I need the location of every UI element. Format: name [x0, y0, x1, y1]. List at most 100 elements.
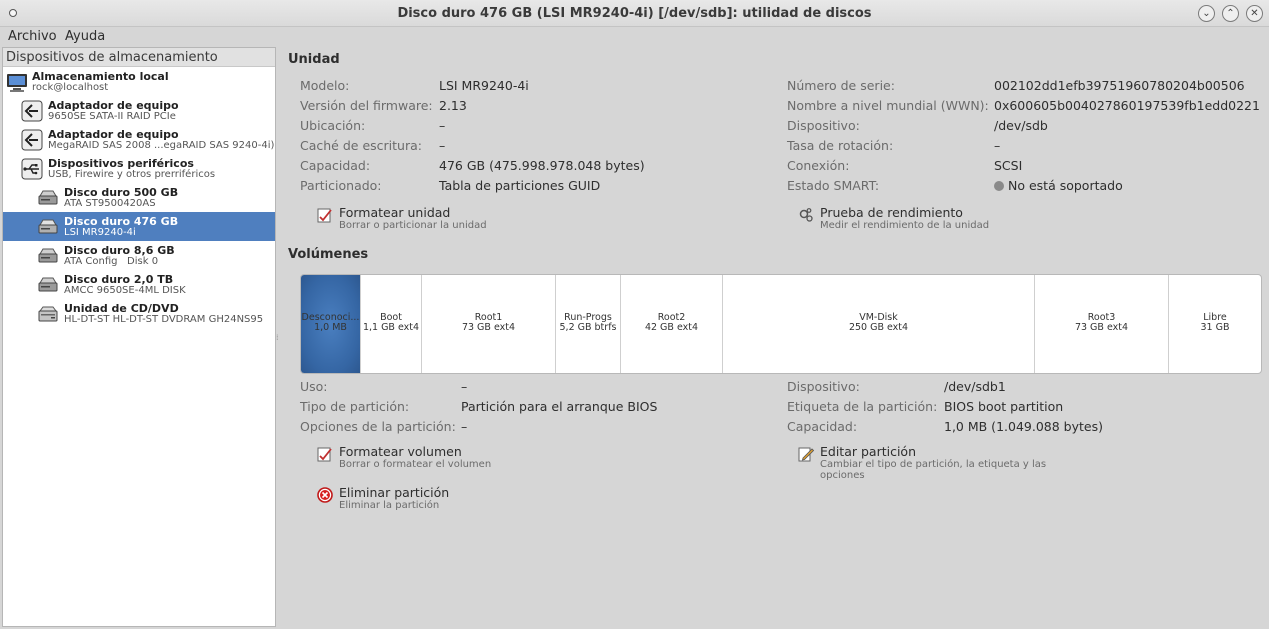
edit-partition-button[interactable]: Editar partición Cambiar el tipo de part…	[798, 444, 1058, 484]
smart-status-dot-icon	[994, 181, 1004, 191]
volume-segment[interactable]: VM-Disk 250 GB ext4	[723, 275, 1035, 373]
tree-item-sublabel: AMCC 9650SE-4ML DISK	[64, 285, 186, 296]
adapter-icon	[21, 100, 43, 122]
value-cache: –	[439, 138, 446, 153]
format-volume-button[interactable]: Formatear volumen Borrar o formatear el …	[317, 444, 517, 472]
format-icon	[317, 446, 333, 462]
tree-item-sublabel: rock@localhost	[32, 82, 109, 93]
delete-partition-desc: Eliminar la partición	[339, 500, 440, 511]
edit-partition-desc-2: opciones	[820, 470, 865, 481]
tree-item-sublabel: 9650SE SATA-II RAID PCIe	[48, 111, 176, 122]
format-drive-button[interactable]: Formatear unidad Borrar o particionar la…	[317, 205, 517, 233]
label-particionado: Particionado:	[300, 178, 382, 193]
volume-segment[interactable]: Root1 73 GB ext4	[422, 275, 556, 373]
label-wwn: Nombre a nivel mundial (WWN):	[787, 98, 989, 113]
tree-item-local-storage[interactable]: Almacenamiento local rock@localhost	[3, 67, 275, 96]
maximize-button[interactable]: ⌃	[1222, 5, 1239, 22]
main-panel: Unidad Modelo: LSI MR9240-4i Versión del…	[278, 47, 1269, 629]
value-tasa-rotacion: –	[994, 138, 1001, 153]
label-ubicacion: Ubicación:	[300, 118, 366, 133]
value-modelo: LSI MR9240-4i	[439, 78, 529, 93]
volume-segment-info: 73 GB ext4	[461, 322, 516, 333]
harddisk-icon	[37, 187, 59, 209]
value-vol-dispositivo: /dev/sdb1	[944, 379, 1006, 394]
format-volume-label: Formatear volumen	[339, 444, 462, 459]
volume-segment[interactable]: Boot 1,1 GB ext4	[361, 275, 422, 373]
edit-partition-label: Editar partición	[820, 444, 917, 459]
volume-segment[interactable]: Run-Progs 5,2 GB btrfs	[556, 275, 621, 373]
harddisk-icon	[37, 245, 59, 267]
usb-icon	[21, 158, 43, 180]
harddisk-icon	[37, 274, 59, 296]
volume-segment-info: 1,1 GB ext4	[362, 322, 420, 333]
tree-item-peripherals[interactable]: Dispositivos periféricos USB, Firewire y…	[3, 154, 275, 183]
value-smart: No está soportado	[1008, 178, 1123, 193]
tree-item-sublabel: USB, Firewire y otros prerriféricos	[48, 169, 216, 180]
value-dispositivo: /dev/sdb	[994, 118, 1048, 133]
label-etiqueta-particion: Etiqueta de la partición:	[787, 399, 938, 414]
smart-status: No está soportado	[994, 178, 1123, 193]
menu-bar: Archivo Ayuda	[0, 27, 1269, 47]
format-icon	[317, 207, 333, 223]
format-volume-desc: Borrar o formatear el volumen	[339, 459, 492, 470]
tree-item-disk-2tb[interactable]: Disco duro 2,0 TB AMCC 9650SE-4ML DISK	[3, 270, 275, 299]
volume-segment[interactable]: Desconoci... 1,0 MB	[301, 275, 361, 373]
close-button[interactable]: ✕	[1246, 5, 1263, 22]
volume-segment[interactable]: Root2 42 GB ext4	[621, 275, 723, 373]
window-title: Disco duro 476 GB (LSI MR9240-4i) [/dev/…	[397, 6, 872, 21]
format-drive-label: Formatear unidad	[339, 205, 451, 220]
minimize-button[interactable]: ⌄	[1198, 5, 1215, 22]
label-modelo: Modelo:	[300, 78, 350, 93]
optical-drive-icon	[37, 303, 59, 325]
label-uso: Uso:	[300, 379, 328, 394]
label-dispositivo: Dispositivo:	[787, 118, 860, 133]
menu-archivo[interactable]: Archivo	[8, 29, 57, 44]
volume-segment[interactable]: Libre 31 GB	[1169, 275, 1261, 373]
value-numero-serie: 002102dd1efb39751960780204b00506	[994, 78, 1245, 93]
volume-segment[interactable]: Root3 73 GB ext4	[1035, 275, 1169, 373]
section-title-volumenes: Volúmenes	[288, 247, 369, 262]
label-tipo-particion: Tipo de partición:	[300, 399, 410, 414]
value-etiqueta-particion: BIOS boot partition	[944, 399, 1064, 414]
value-vol-capacidad: 1,0 MB (1.049.088 bytes)	[944, 419, 1103, 434]
tree-item-adapter-2[interactable]: Adaptador de equipo MegaRAID SAS 2008 ..…	[3, 125, 275, 154]
benchmark-button[interactable]: Prueba de rendimiento Medir el rendimien…	[798, 205, 1018, 233]
tree-item-sublabel: ATA Config Disk 0	[64, 256, 159, 267]
value-opciones-particion: –	[461, 419, 468, 434]
computer-icon	[6, 71, 28, 93]
label-tasa-rotacion: Tasa de rotación:	[787, 138, 894, 153]
value-wwn: 0x600605b004027860197539fb1edd0221	[994, 98, 1260, 113]
benchmark-label: Prueba de rendimiento	[820, 205, 963, 220]
value-capacidad: 476 GB (475.998.978.048 bytes)	[439, 158, 645, 173]
value-conexion: SCSI	[994, 158, 1023, 173]
tree-item-disk-476gb[interactable]: Disco duro 476 GB LSI MR9240-4i	[3, 212, 275, 241]
tree-item-sublabel: LSI MR9240-4i	[64, 227, 136, 238]
tree-item-sublabel: HL-DT-ST HL-DT-ST DVDRAM GH24NS95	[64, 314, 264, 325]
volume-segment-info: 31 GB	[1200, 322, 1230, 333]
tree-item-optical-drive[interactable]: Unidad de CD/DVD HL-DT-ST HL-DT-ST DVDRA…	[3, 299, 275, 328]
label-vol-dispositivo: Dispositivo:	[787, 379, 860, 394]
tree-item-disk-500gb[interactable]: Disco duro 500 GB ATA ST9500420AS	[3, 183, 275, 212]
menu-ayuda[interactable]: Ayuda	[65, 29, 105, 44]
storage-devices-sidebar: Dispositivos de almacenamiento Almacenam…	[2, 47, 276, 627]
delete-partition-button[interactable]: Eliminar partición Eliminar la partición	[317, 485, 517, 513]
benchmark-desc: Medir el rendimiento de la unidad	[820, 220, 990, 231]
tree-item-sublabel: MegaRAID SAS 2008 ...egaRAID SAS 9240-4i…	[48, 140, 275, 151]
label-cache: Caché de escritura:	[300, 138, 422, 153]
delete-partition-label: Eliminar partición	[339, 485, 450, 500]
label-smart: Estado SMART:	[787, 178, 880, 193]
format-drive-desc: Borrar o particionar la unidad	[339, 220, 487, 231]
volume-map: Desconoci... 1,0 MB Boot 1,1 GB ext4 Roo…	[300, 274, 1262, 374]
value-firmware: 2.13	[439, 98, 467, 113]
label-conexion: Conexión:	[787, 158, 850, 173]
delete-icon	[317, 487, 333, 503]
label-capacidad: Capacidad:	[300, 158, 371, 173]
tree-item-sublabel: ATA ST9500420AS	[64, 198, 156, 209]
harddisk-icon	[37, 216, 59, 238]
volume-segment-info: 1,0 MB	[314, 322, 347, 333]
value-ubicacion: –	[439, 118, 446, 133]
label-opciones-particion: Opciones de la partición:	[300, 419, 456, 434]
tree-item-disk-8gb[interactable]: Disco duro 8,6 GB ATA Config Disk 0	[3, 241, 275, 270]
label-firmware: Versión del firmware:	[300, 98, 433, 113]
tree-item-adapter-1[interactable]: Adaptador de equipo 9650SE SATA-II RAID …	[3, 96, 275, 125]
